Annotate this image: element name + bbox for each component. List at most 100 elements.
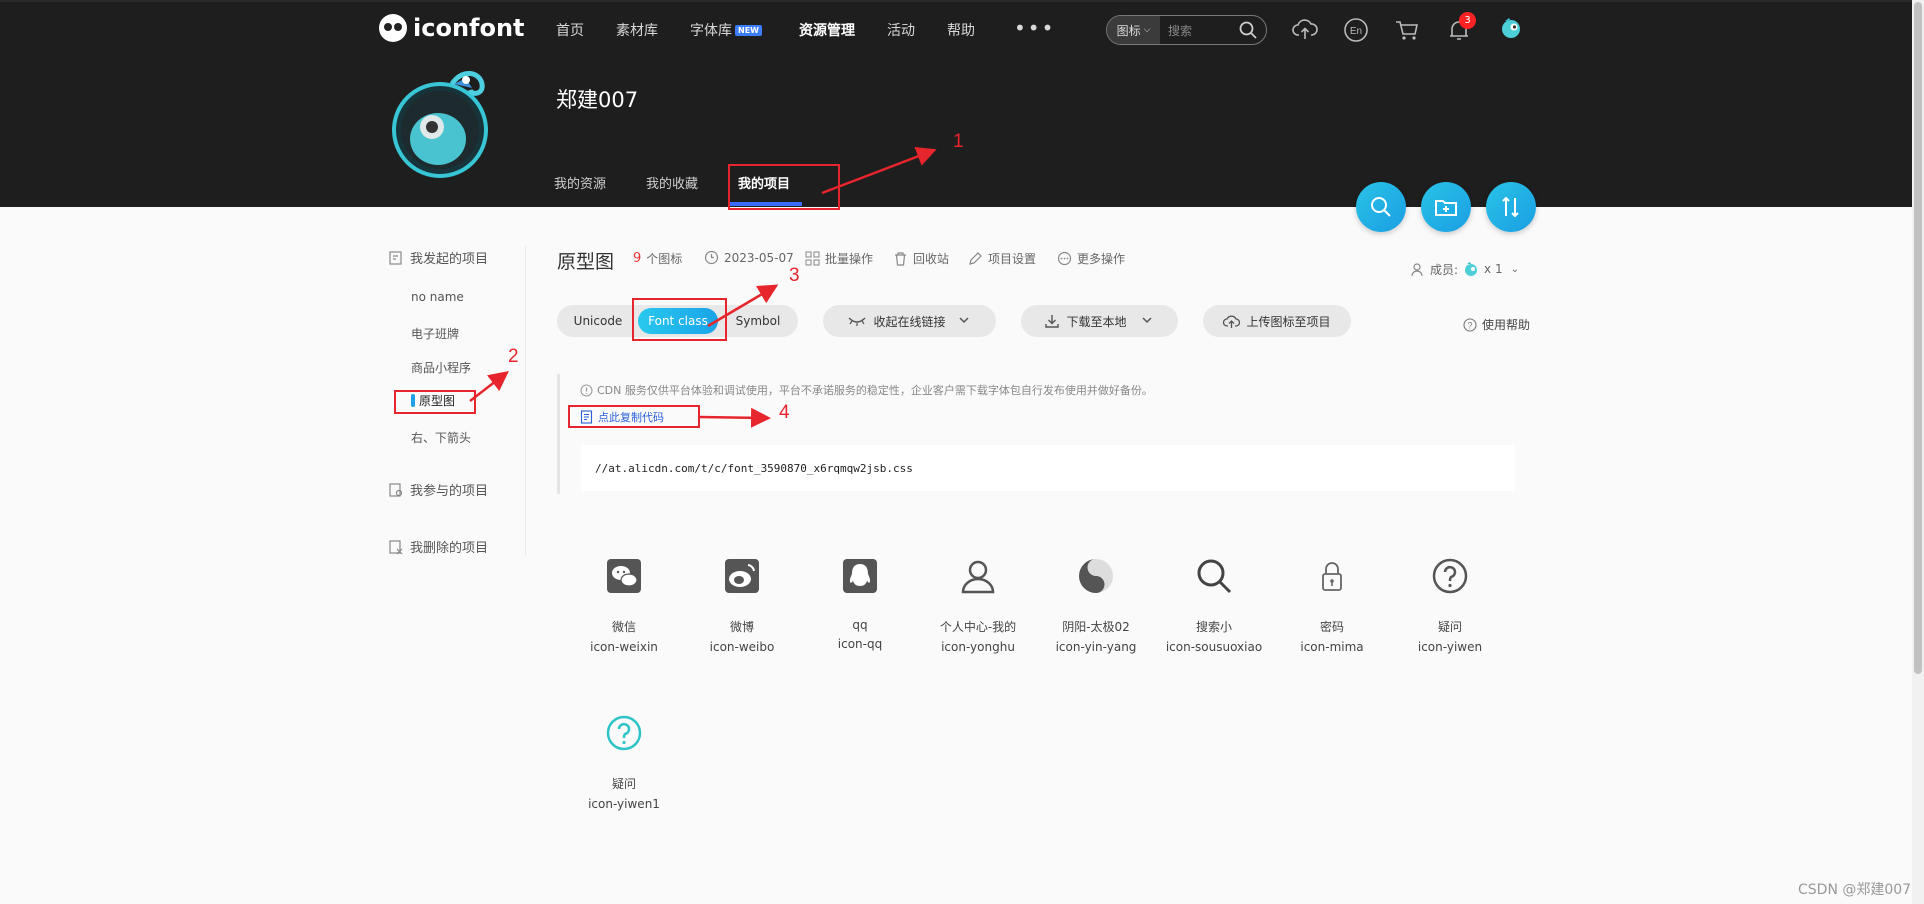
- collapse-online-link-label: 收起在线链接: [873, 314, 946, 329]
- sidebar-joined-label: 我参与的项目: [410, 484, 489, 499]
- search-icon: [1371, 197, 1391, 217]
- icon-card-yin-yang[interactable]: 阴阳-太极02 icon-yin-yang: [1037, 556, 1155, 654]
- icon-card-weixin[interactable]: 微信 icon-weixin: [565, 556, 683, 654]
- members-icon: [1411, 262, 1423, 276]
- icon-card-qq[interactable]: qq icon-qq: [801, 556, 919, 651]
- profile-avatar: [392, 71, 488, 178]
- search-input[interactable]: 搜索: [1160, 22, 1238, 39]
- nav-fonts[interactable]: 字体库 NEW: [690, 20, 762, 40]
- download-local-button[interactable]: 下载至本地: [1021, 305, 1178, 337]
- new-folder-fab-button[interactable]: [1421, 182, 1471, 232]
- sidebar-deleted-projects[interactable]: 我删除的项目: [388, 537, 488, 556]
- batch-action-button[interactable]: 批量操作: [805, 250, 873, 267]
- format-symbol-button[interactable]: Symbol: [722, 305, 794, 337]
- upload-icons-button[interactable]: 上传图标至项目: [1203, 305, 1351, 337]
- sidebar-started-projects[interactable]: 我发起的项目: [388, 248, 488, 267]
- annotation-box-font-class: [632, 298, 727, 341]
- nav-help[interactable]: 帮助: [947, 20, 975, 40]
- sidebar-item-no-name[interactable]: no name: [411, 290, 464, 304]
- format-unicode-button[interactable]: Unicode: [562, 305, 634, 337]
- nav-home[interactable]: 首页: [556, 20, 584, 40]
- sidebar-deleted-label: 我删除的项目: [410, 541, 489, 556]
- icon-card-weibo[interactable]: 微博 icon-weibo: [683, 556, 801, 654]
- icon-card-yiwen[interactable]: 疑问 icon-yiwen: [1391, 556, 1509, 654]
- annotation-number-4: 4: [779, 402, 790, 423]
- nav-events[interactable]: 活动: [887, 20, 915, 40]
- collapse-online-link-button[interactable]: 收起在线链接: [823, 305, 996, 337]
- question-icon-teal: [606, 715, 642, 751]
- icon-class: icon-weixin: [590, 640, 658, 654]
- weibo-icon: [725, 559, 759, 593]
- sidebar-item-mini-program[interactable]: 商品小程序: [411, 359, 471, 376]
- upload-cloud-icon[interactable]: [1292, 17, 1318, 43]
- sidebar-joined-projects[interactable]: 我参与的项目: [388, 480, 488, 499]
- sidebar-item-arrows[interactable]: 右、下箭头: [411, 429, 471, 446]
- batch-action-label: 批量操作: [825, 252, 874, 266]
- topbar-line: [0, 0, 1912, 2]
- sidebar-item-e-class-card[interactable]: 电子班牌: [411, 325, 459, 342]
- user-avatar-icon[interactable]: [1497, 15, 1525, 43]
- more-actions-button[interactable]: 更多操作: [1057, 250, 1125, 267]
- annotation-box-my-projects: [728, 164, 840, 210]
- tab-my-resources[interactable]: 我的资源: [554, 173, 606, 192]
- csdn-watermark: CSDN @郑建007: [1798, 882, 1912, 898]
- icon-count-number: 9: [633, 251, 642, 266]
- lock-icon: [1322, 562, 1342, 591]
- annotation-box-copy-code: [568, 405, 700, 428]
- more-actions-label: 更多操作: [1077, 252, 1126, 266]
- icon-name: 微信: [611, 620, 636, 634]
- icon-card-mima[interactable]: 密码 icon-mima: [1273, 556, 1391, 654]
- icon-name: 密码: [1319, 620, 1344, 634]
- cdn-url-code[interactable]: //at.alicdn.com/t/c/font_3590870_x6rqmqw…: [581, 445, 1515, 491]
- scrollbar-thumb[interactable]: [1914, 2, 1922, 674]
- recycle-bin-button[interactable]: 回收站: [893, 250, 949, 267]
- icon-name: qq: [852, 618, 868, 632]
- search-fab-button[interactable]: [1356, 182, 1406, 232]
- project-title: 原型图: [557, 251, 615, 273]
- svg-text:?: ?: [1467, 320, 1472, 330]
- language-en-icon[interactable]: En: [1343, 17, 1369, 43]
- cart-icon[interactable]: [1394, 17, 1420, 43]
- sort-fab-button[interactable]: [1486, 182, 1536, 232]
- nav-resource-management[interactable]: 资源管理: [799, 20, 855, 40]
- icon-card-sousuoxiao[interactable]: 搜索小 icon-sousuoxiao: [1155, 556, 1273, 654]
- search-type-select[interactable]: 图标 ⌵: [1107, 16, 1160, 44]
- question-icon: [1432, 558, 1468, 594]
- chevron-down-icon: ⌵: [1143, 25, 1151, 35]
- search-icon: [1197, 559, 1232, 594]
- icon-name: 阴阳-太极02: [1062, 620, 1130, 634]
- download-local-label: 下载至本地: [1066, 314, 1127, 329]
- icon-name: 微博: [729, 620, 754, 634]
- download-icon: [1045, 315, 1060, 328]
- iconfont-logo[interactable]: iconfont: [379, 14, 525, 42]
- project-date: 2023-05-07: [704, 250, 794, 265]
- project-settings-label: 项目设置: [988, 252, 1037, 266]
- annotation-number-1: 1: [953, 131, 964, 152]
- nav-more[interactable]: •••: [1014, 16, 1055, 40]
- icon-class: icon-mima: [1300, 640, 1364, 654]
- edit-doc-icon: [389, 250, 402, 265]
- icon-name: 个人中心-我的: [939, 620, 1017, 634]
- icon-class: icon-qq: [837, 637, 883, 651]
- icon-card-yonghu[interactable]: 个人中心-我的 icon-yonghu: [919, 556, 1037, 654]
- upload-icons-label: 上传图标至项目: [1246, 314, 1331, 329]
- eye-closed-icon: [848, 317, 866, 326]
- search-box[interactable]: 图标 ⌵ 搜索: [1106, 15, 1267, 45]
- tab-my-favorites[interactable]: 我的收藏: [646, 173, 698, 192]
- icon-card-yiwen1[interactable]: 疑问 icon-yiwen1: [565, 713, 683, 811]
- icon-count: 9 个图标: [633, 250, 682, 267]
- notification-badge: 3: [1459, 12, 1476, 29]
- members-dropdown[interactable]: 成员: x 1 ⌄: [1411, 260, 1519, 278]
- icon-class: icon-yiwen: [1417, 640, 1483, 654]
- yin-yang-icon: [1079, 559, 1113, 593]
- nav-materials[interactable]: 素材库: [616, 20, 658, 40]
- folder-add-icon: [1435, 200, 1457, 216]
- search-icon[interactable]: [1238, 20, 1258, 40]
- usage-help-link[interactable]: ? 使用帮助: [1463, 316, 1530, 333]
- user-icon: [961, 560, 995, 594]
- annotation-box-prototype: [394, 390, 476, 414]
- sidebar-divider: [525, 246, 526, 556]
- project-settings-button[interactable]: 项目设置: [968, 250, 1036, 267]
- icon-class: icon-yin-yang: [1055, 640, 1137, 654]
- icon-name: 搜索小: [1195, 620, 1232, 634]
